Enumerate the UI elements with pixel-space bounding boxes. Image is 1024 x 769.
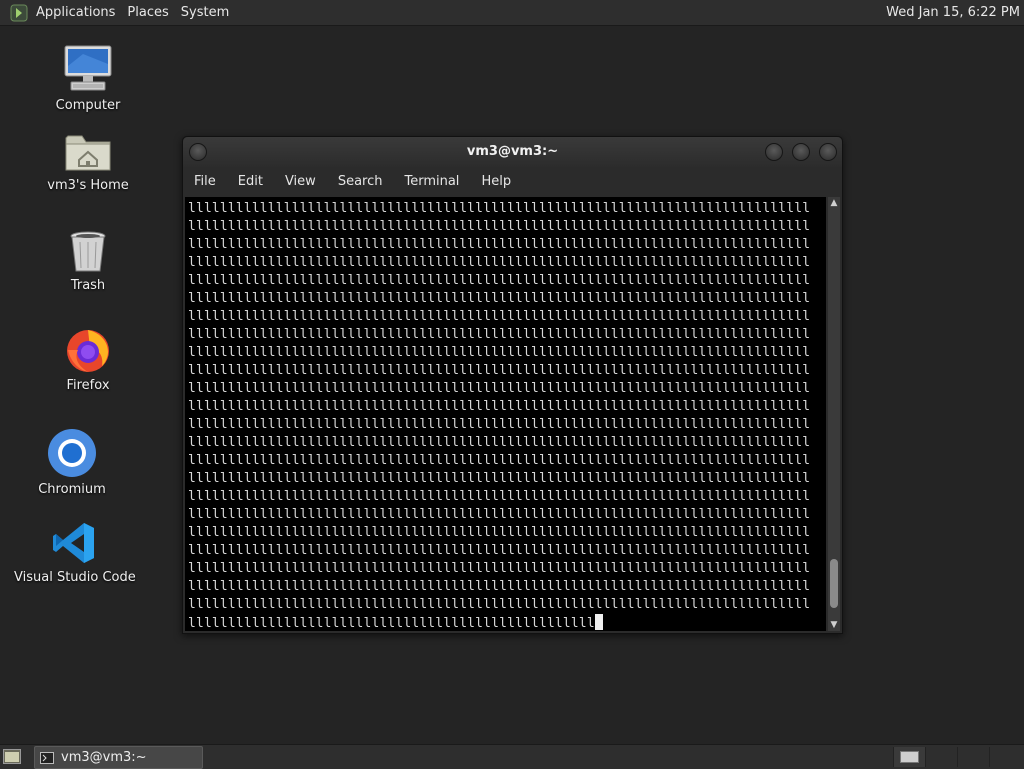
vscode-icon (53, 523, 94, 563)
distro-logo-icon[interactable] (10, 4, 28, 22)
menu-edit[interactable]: Edit (227, 174, 274, 189)
desktop-icon-home[interactable]: vm3's Home (28, 122, 148, 193)
workspace-1[interactable] (893, 747, 925, 767)
maximize-button[interactable] (792, 143, 810, 161)
menu-help[interactable]: Help (470, 174, 522, 189)
menu-terminal[interactable]: Terminal (393, 174, 470, 189)
desktop-icon-trash[interactable]: Trash (28, 222, 148, 293)
home-folder-icon (65, 135, 111, 171)
top-panel: Applications Places System Wed Jan 15, 6… (0, 0, 1024, 26)
menu-file[interactable]: File (183, 174, 227, 189)
terminal-output[interactable]: llllllllllllllllllllllllllllllllllllllll… (185, 197, 826, 631)
terminal-menubar: File Edit View Search Terminal Help (183, 167, 842, 196)
workspace-4[interactable] (989, 747, 1021, 767)
system-menu[interactable]: System (175, 0, 235, 25)
menu-view[interactable]: View (274, 174, 327, 189)
terminal-cursor (594, 614, 603, 630)
terminal-lines: llllllllllllllllllllllllllllllllllllllll… (188, 201, 811, 631)
terminal-icon (40, 751, 54, 764)
scroll-up-arrow-icon[interactable]: ▲ (829, 198, 839, 208)
desktop-icon-label: Firefox (66, 378, 110, 393)
show-desktop-icon[interactable] (3, 749, 21, 764)
desktop-icon-chromium[interactable]: Chromium (12, 426, 132, 497)
computer-icon (64, 45, 112, 91)
clock[interactable]: Wed Jan 15, 6:22 PM (886, 0, 1020, 25)
main-menu: Applications Places System (30, 0, 235, 25)
minimize-button[interactable] (765, 143, 783, 161)
desktop-icon-vscode[interactable]: Visual Studio Code (14, 514, 136, 585)
trash-icon (70, 231, 106, 272)
close-button[interactable] (819, 143, 837, 161)
applications-menu[interactable]: Applications (30, 0, 121, 25)
desktop-icon-label: Trash (70, 278, 106, 293)
scrollbar-thumb[interactable] (830, 558, 838, 609)
desktop-icon-firefox[interactable]: Firefox (28, 322, 148, 393)
workspace-3[interactable] (957, 747, 989, 767)
workspace-2[interactable] (925, 747, 957, 767)
terminal-text: llllllllllllllllllllllllllllllllllllllll… (185, 197, 826, 631)
chromium-icon (48, 429, 96, 477)
desktop-icon-label: Visual Studio Code (14, 570, 136, 585)
workspace-switcher[interactable] (893, 747, 1023, 767)
places-menu[interactable]: Places (121, 0, 174, 25)
desktop-icon-label: Chromium (38, 482, 106, 497)
desktop-icon-label: Computer (55, 98, 121, 113)
terminal-scrollbar[interactable]: ▲ ▼ (828, 197, 840, 631)
desktop-icon-label: vm3's Home (47, 178, 129, 193)
desktop-icon-computer[interactable]: Computer (28, 42, 148, 113)
window-titlebar[interactable]: vm3@vm3:~ (183, 137, 842, 167)
workspace-window-thumbnail (900, 751, 919, 763)
taskbar-item-terminal[interactable]: vm3@vm3:~ (34, 746, 203, 769)
terminal-window: vm3@vm3:~ File Edit View Search Terminal… (182, 136, 843, 634)
window-title: vm3@vm3:~ (466, 144, 559, 159)
bottom-panel: vm3@vm3:~ (0, 744, 1024, 769)
scroll-down-arrow-icon[interactable]: ▼ (829, 620, 839, 630)
firefox-icon (67, 330, 109, 372)
menu-search[interactable]: Search (327, 174, 394, 189)
taskbar-item-label: vm3@vm3:~ (61, 750, 147, 765)
